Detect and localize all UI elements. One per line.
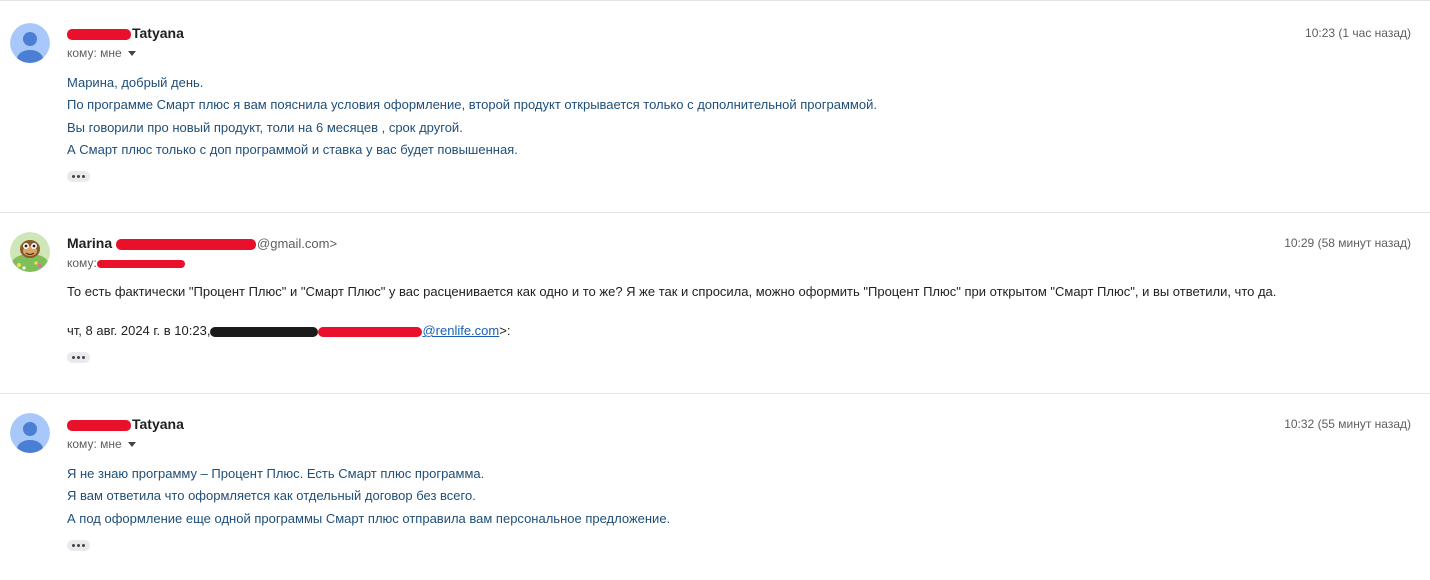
message-body-line: Вы говорили про новый продукт, толи на 6… — [67, 120, 463, 135]
recipient-toggle[interactable]: кому: — [67, 256, 185, 270]
sender-avatar[interactable] — [10, 413, 50, 453]
ellipsis-icon — [77, 175, 80, 178]
ellipsis-icon — [82, 356, 85, 359]
quote-attribution: чт, 8 авг. 2024 г. в 10:23, @renlife.com>… — [67, 323, 510, 338]
message-divider — [0, 393, 1430, 394]
ellipsis-icon — [77, 544, 80, 547]
sender-name-text: Tatyana — [132, 25, 184, 41]
sender-name[interactable]: Tatyana — [67, 25, 184, 41]
sender-avatar[interactable] — [10, 23, 50, 63]
quote-suffix: >: — [499, 323, 511, 338]
redaction-mark — [210, 326, 319, 337]
message-body-line: А Смарт плюс только с доп программой и с… — [67, 142, 518, 157]
message-body-line: А под оформление еще одной программы Сма… — [67, 511, 671, 526]
ellipsis-icon — [72, 356, 75, 359]
show-trimmed-content-button[interactable] — [67, 540, 90, 551]
caret-down-icon — [127, 442, 136, 448]
cartoon-avatar-icon — [10, 232, 50, 272]
ellipsis-icon — [72, 175, 75, 178]
sender-name[interactable]: Tatyana — [67, 416, 184, 432]
message-body-line: То есть фактически "Процент Плюс" и "Сма… — [67, 284, 1277, 299]
redaction-mark — [96, 259, 185, 268]
quote-email-link[interactable]: @renlife.com — [422, 323, 499, 338]
message-body-line: Марина, добрый день. — [67, 75, 204, 90]
show-trimmed-content-button[interactable] — [67, 171, 90, 182]
message-body-line: По программе Смарт плюс я вам пояснила у… — [67, 97, 877, 112]
person-avatar-icon — [10, 23, 50, 63]
top-divider — [0, 0, 1430, 1]
sender-name-text: Marina — [67, 235, 113, 251]
message-time: 10:32 (55 минут назад) — [1284, 417, 1411, 431]
redaction-mark — [318, 326, 423, 337]
ellipsis-icon — [77, 356, 80, 359]
redaction-mark — [67, 28, 131, 40]
caret-down-icon — [127, 51, 136, 57]
show-trimmed-content-button[interactable] — [67, 352, 90, 363]
quote-date: чт, 8 авг. 2024 г. в 10:23, — [67, 323, 211, 338]
recipient-toggle[interactable]: кому: мне — [67, 46, 136, 60]
sender-name-text: Tatyana — [132, 416, 184, 432]
ellipsis-icon — [82, 544, 85, 547]
redaction-mark — [116, 238, 257, 250]
recipient-label: кому: мне — [67, 46, 122, 60]
sender-name[interactable]: Marina @gmail.com> — [67, 235, 337, 251]
ellipsis-icon — [72, 544, 75, 547]
sender-address: @gmail.com> — [257, 236, 338, 251]
person-avatar-icon — [10, 413, 50, 453]
message-body-line: Я вам ответила что оформляется как отдел… — [67, 488, 476, 503]
recipient-toggle[interactable]: кому: мне — [67, 437, 136, 451]
ellipsis-icon — [82, 175, 85, 178]
redaction-mark — [67, 419, 131, 431]
message-body-line: Я не знаю программу – Процент Плюс. Есть… — [67, 466, 485, 481]
message-divider — [0, 212, 1430, 213]
message-time: 10:23 (1 час назад) — [1305, 26, 1411, 40]
recipient-label: кому: мне — [67, 437, 122, 451]
message-time: 10:29 (58 минут назад) — [1284, 236, 1411, 250]
sender-avatar[interactable] — [10, 232, 50, 272]
recipient-label: кому: — [67, 256, 97, 270]
